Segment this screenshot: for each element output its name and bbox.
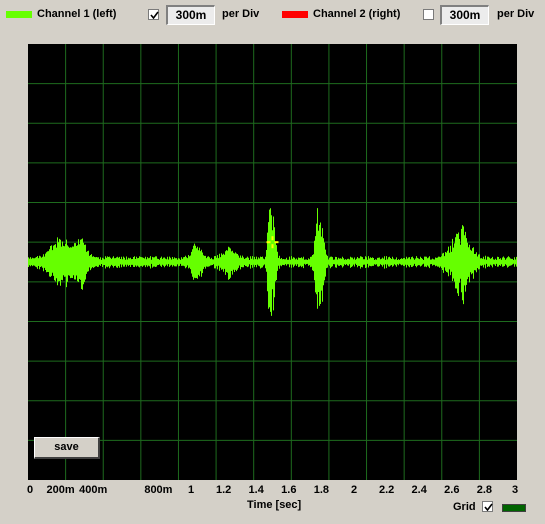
x-tick-label: 800m [144, 484, 173, 496]
x-tick-label: 3 [511, 484, 519, 496]
x-axis-label: Time [sec] [247, 499, 302, 511]
grid-label: Grid [453, 501, 476, 513]
grid-color-swatch[interactable] [502, 504, 526, 512]
save-button[interactable]: save [34, 437, 100, 459]
grid-checkbox[interactable] [482, 501, 493, 512]
oscilloscope-plot-area[interactable] [28, 44, 517, 480]
x-tick-label: 2.8 [476, 484, 493, 496]
channel2-scale-input[interactable]: 300m [440, 5, 489, 25]
check-icon [484, 503, 493, 512]
x-tick-label: 2.6 [444, 484, 460, 496]
check-icon [150, 11, 159, 20]
channel1-color-swatch [6, 11, 32, 18]
x-tick-label: 1.8 [313, 484, 330, 496]
channel1-scale-input[interactable]: 300m [166, 5, 215, 25]
channel2-color-swatch [282, 11, 308, 18]
waveform-series [28, 208, 517, 316]
channel2-label: Channel 2 (right) [313, 8, 401, 20]
x-tick-label: 1.4 [248, 484, 264, 496]
channel1-label: Channel 1 (left) [37, 8, 117, 20]
x-tick-label: 2.4 [411, 484, 427, 496]
x-tick-label: 1.2 [215, 484, 232, 496]
x-tick-label: 1.6 [281, 484, 297, 496]
x-tick-label: 2 [350, 484, 358, 496]
x-tick-label: 1 [187, 484, 195, 496]
x-tick-label: 2.2 [378, 484, 395, 496]
channel1-checkbox[interactable] [148, 9, 159, 20]
channel1-per-div-label: per Div [222, 8, 260, 20]
x-tick-label: 200m [46, 484, 75, 496]
channel2-checkbox[interactable] [423, 9, 434, 20]
channel2-per-div-label: per Div [497, 8, 535, 20]
waveform-chart [28, 44, 517, 480]
x-tick-label: 400m [79, 484, 108, 496]
x-tick-label: 0 [26, 484, 34, 496]
